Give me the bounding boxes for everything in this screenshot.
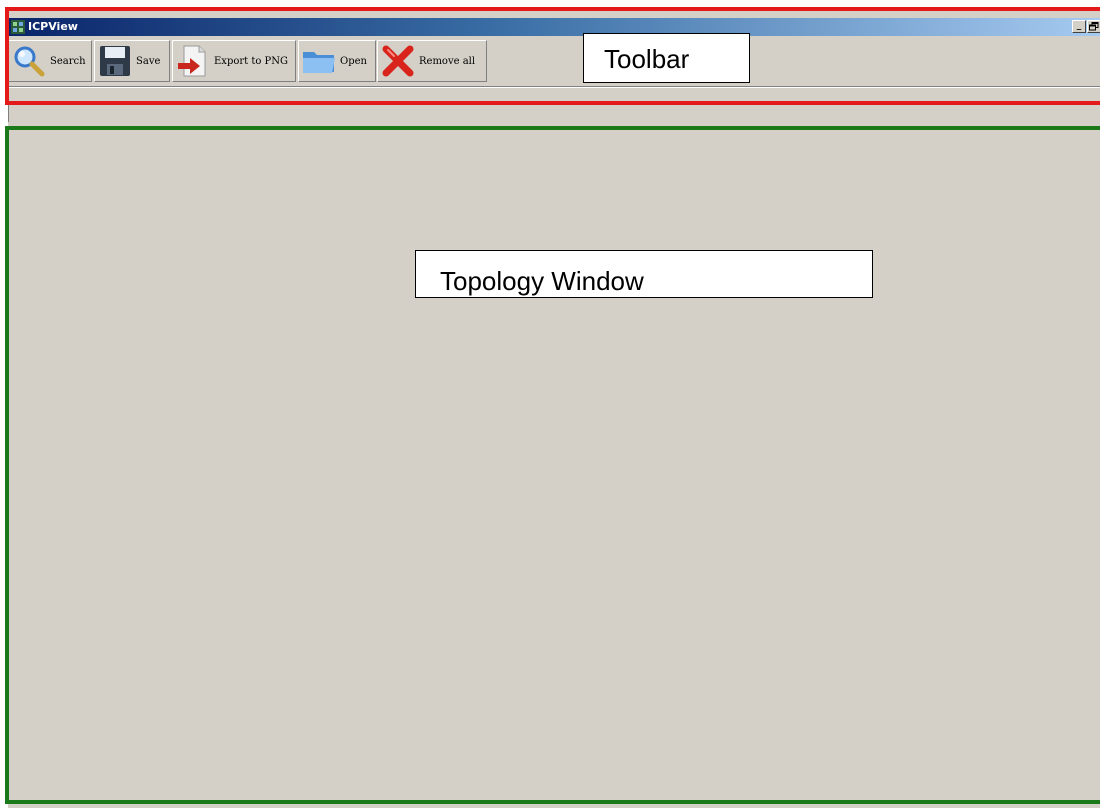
toolbar-annotation-box — [5, 7, 1100, 105]
toolbar-callout-label: Toolbar — [583, 33, 750, 83]
topology-annotation-box — [5, 126, 1100, 804]
topology-callout-label: Topology Window — [415, 250, 873, 298]
screen: ICPView _ x Search — [0, 0, 1100, 808]
